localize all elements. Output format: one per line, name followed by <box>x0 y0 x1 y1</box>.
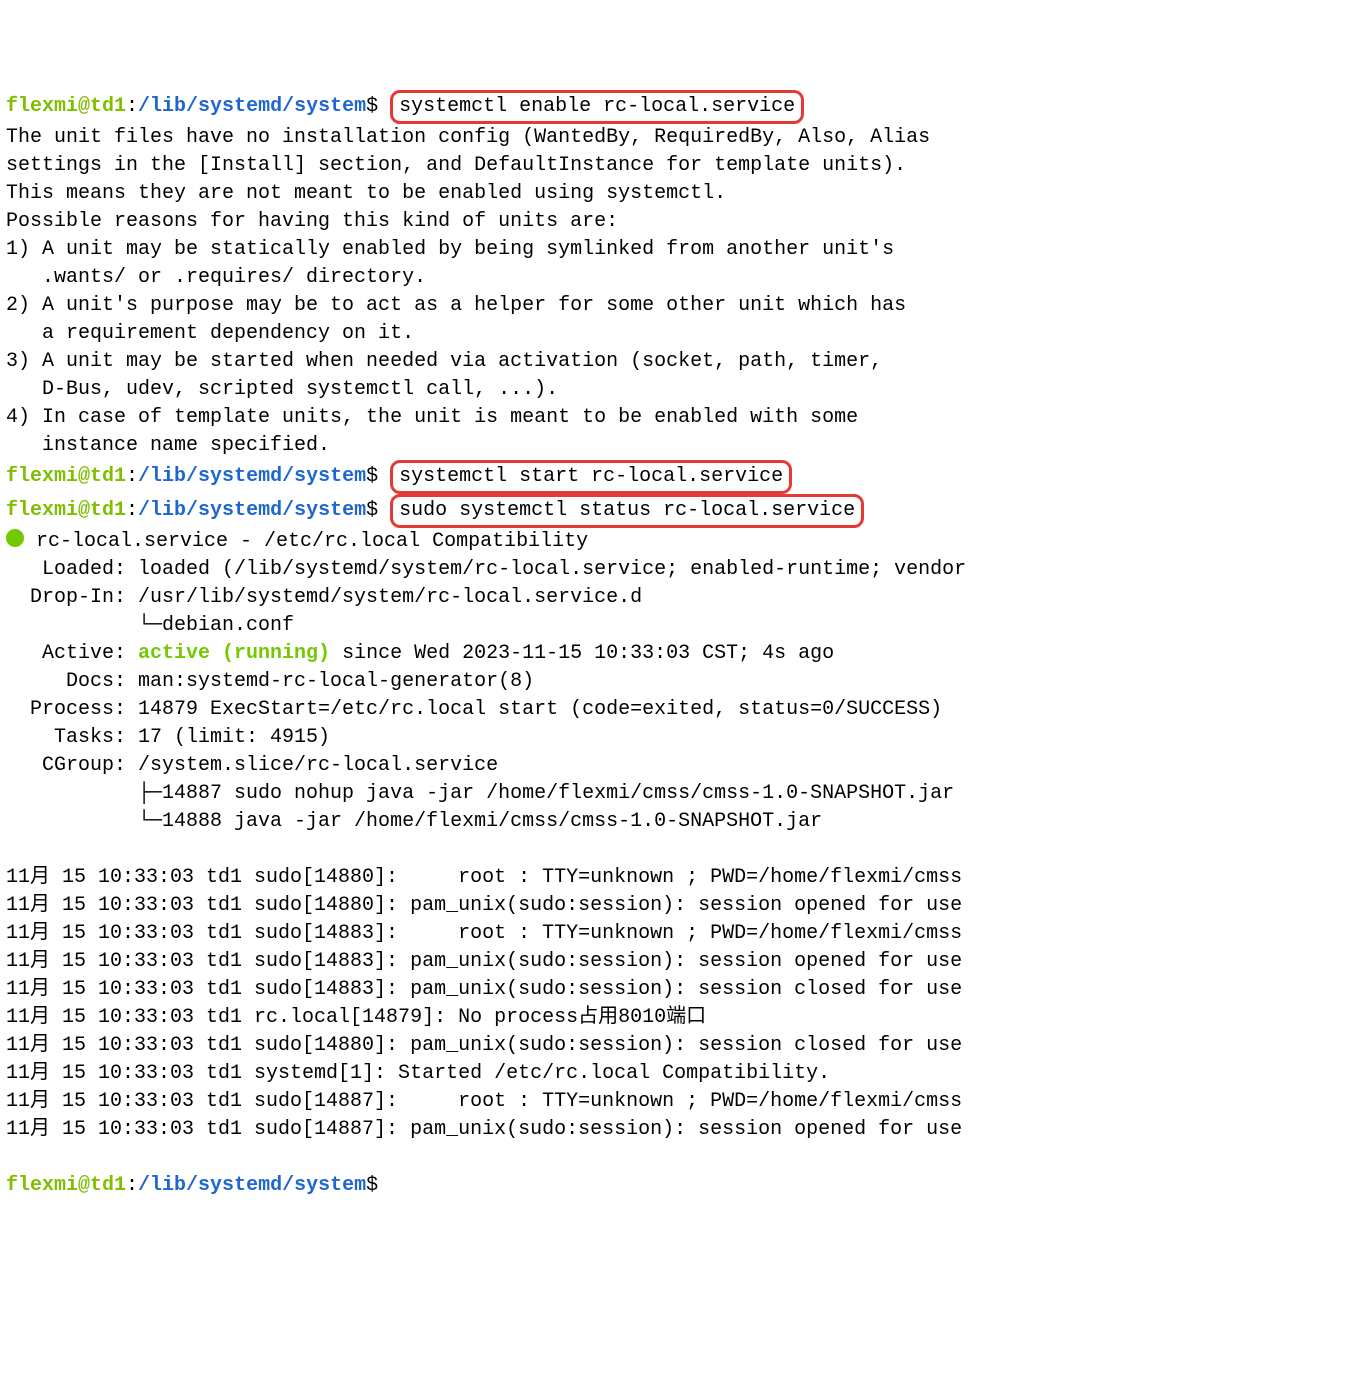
log-line: 11月 15 10:33:03 td1 sudo[14880]: root : … <box>6 866 962 889</box>
status-dot-icon <box>6 529 24 547</box>
log-line: 11月 15 10:33:03 td1 sudo[14887]: root : … <box>6 1090 962 1113</box>
service-title: rc-local.service - /etc/rc.local Compati… <box>24 530 588 553</box>
prompt-user: flexmi@td1 <box>6 465 126 488</box>
command-1-highlight: systemctl enable rc-local.service <box>390 90 804 124</box>
output-line: a requirement dependency on it. <box>6 322 414 345</box>
status-tasks: Tasks: 17 (limit: 4915) <box>6 726 330 749</box>
status-loaded: Loaded: loaded (/lib/systemd/system/rc-l… <box>6 558 966 581</box>
prompt-colon: : <box>126 95 138 118</box>
prompt-dollar: $ <box>366 465 390 488</box>
status-cgroup-line: └─14888 java -jar /home/flexmi/cmss/cmss… <box>6 810 822 833</box>
output-line: D-Bus, udev, scripted systemctl call, ..… <box>6 378 558 401</box>
prompt-3: flexmi@td1:/lib/systemd/system$ <box>6 499 390 522</box>
log-line: 11月 15 10:33:03 td1 sudo[14883]: root : … <box>6 922 962 945</box>
status-dropin: Drop-In: /usr/lib/systemd/system/rc-loca… <box>6 586 642 609</box>
status-docs: Docs: man:systemd-rc-local-generator(8) <box>6 670 534 693</box>
prompt-user: flexmi@td1 <box>6 499 126 522</box>
status-cgroup-line: ├─14887 sudo nohup java -jar /home/flexm… <box>6 782 954 805</box>
output-line: 1) A unit may be statically enabled by b… <box>6 238 894 261</box>
command-3-highlight: sudo systemctl status rc-local.service <box>390 494 864 528</box>
output-line: settings in the [Install] section, and D… <box>6 154 906 177</box>
prompt-user: flexmi@td1 <box>6 1174 126 1197</box>
prompt-path: /lib/systemd/system <box>138 1174 366 1197</box>
prompt-colon: : <box>126 465 138 488</box>
prompt-path: /lib/systemd/system <box>138 499 366 522</box>
log-line: 11月 15 10:33:03 td1 sudo[14883]: pam_uni… <box>6 950 962 973</box>
log-line: 11月 15 10:33:03 td1 systemd[1]: Started … <box>6 1062 830 1085</box>
log-line: 11月 15 10:33:03 td1 sudo[14880]: pam_uni… <box>6 1034 962 1057</box>
output-line: 4) In case of template units, the unit i… <box>6 406 858 429</box>
prompt-dollar: $ <box>366 1174 390 1197</box>
prompt-colon: : <box>126 1174 138 1197</box>
terminal-output: flexmi@td1:/lib/systemd/system$ systemct… <box>0 56 1346 1206</box>
status-cgroup: CGroup: /system.slice/rc-local.service <box>6 754 498 777</box>
prompt-2: flexmi@td1:/lib/systemd/system$ <box>6 465 390 488</box>
output-line: instance name specified. <box>6 434 330 457</box>
prompt-dollar: $ <box>366 499 390 522</box>
log-line: 11月 15 10:33:03 td1 sudo[14880]: pam_uni… <box>6 894 962 917</box>
prompt-path: /lib/systemd/system <box>138 95 366 118</box>
log-line: 11月 15 10:33:03 td1 rc.local[14879]: No … <box>6 1006 706 1029</box>
prompt-colon: : <box>126 499 138 522</box>
output-line: 3) A unit may be started when needed via… <box>6 350 882 373</box>
status-active-value: active (running) <box>138 642 330 665</box>
output-line: 2) A unit's purpose may be to act as a h… <box>6 294 906 317</box>
status-active-label: Active: <box>6 642 138 665</box>
log-line: 11月 15 10:33:03 td1 sudo[14887]: pam_uni… <box>6 1118 962 1141</box>
prompt-4[interactable]: flexmi@td1:/lib/systemd/system$ <box>6 1174 390 1197</box>
output-line: The unit files have no installation conf… <box>6 126 930 149</box>
status-active-since: since Wed 2023-11-15 10:33:03 CST; 4s ag… <box>330 642 834 665</box>
output-line: This means they are not meant to be enab… <box>6 182 726 205</box>
prompt-dollar: $ <box>366 95 390 118</box>
log-line: 11月 15 10:33:03 td1 sudo[14883]: pam_uni… <box>6 978 962 1001</box>
prompt-1: flexmi@td1:/lib/systemd/system$ <box>6 95 390 118</box>
output-line: Possible reasons for having this kind of… <box>6 210 618 233</box>
status-process: Process: 14879 ExecStart=/etc/rc.local s… <box>6 698 942 721</box>
output-line: .wants/ or .requires/ directory. <box>6 266 426 289</box>
command-2-highlight: systemctl start rc-local.service <box>390 460 792 494</box>
prompt-path: /lib/systemd/system <box>138 465 366 488</box>
prompt-user: flexmi@td1 <box>6 95 126 118</box>
status-dropin-file: └─debian.conf <box>6 614 294 637</box>
